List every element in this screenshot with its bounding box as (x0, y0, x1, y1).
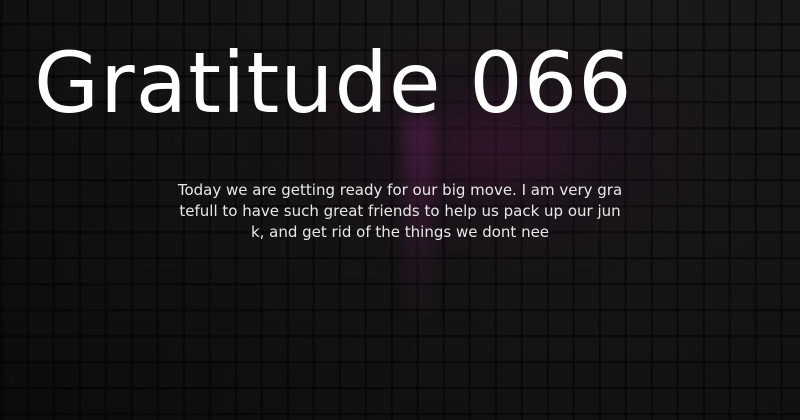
blog-post-card[interactable]: Gratitude 066 Today we are getting ready… (0, 0, 800, 420)
post-title: Gratitude 066 (34, 34, 633, 132)
post-excerpt: Today we are getting ready for our big m… (177, 181, 623, 241)
